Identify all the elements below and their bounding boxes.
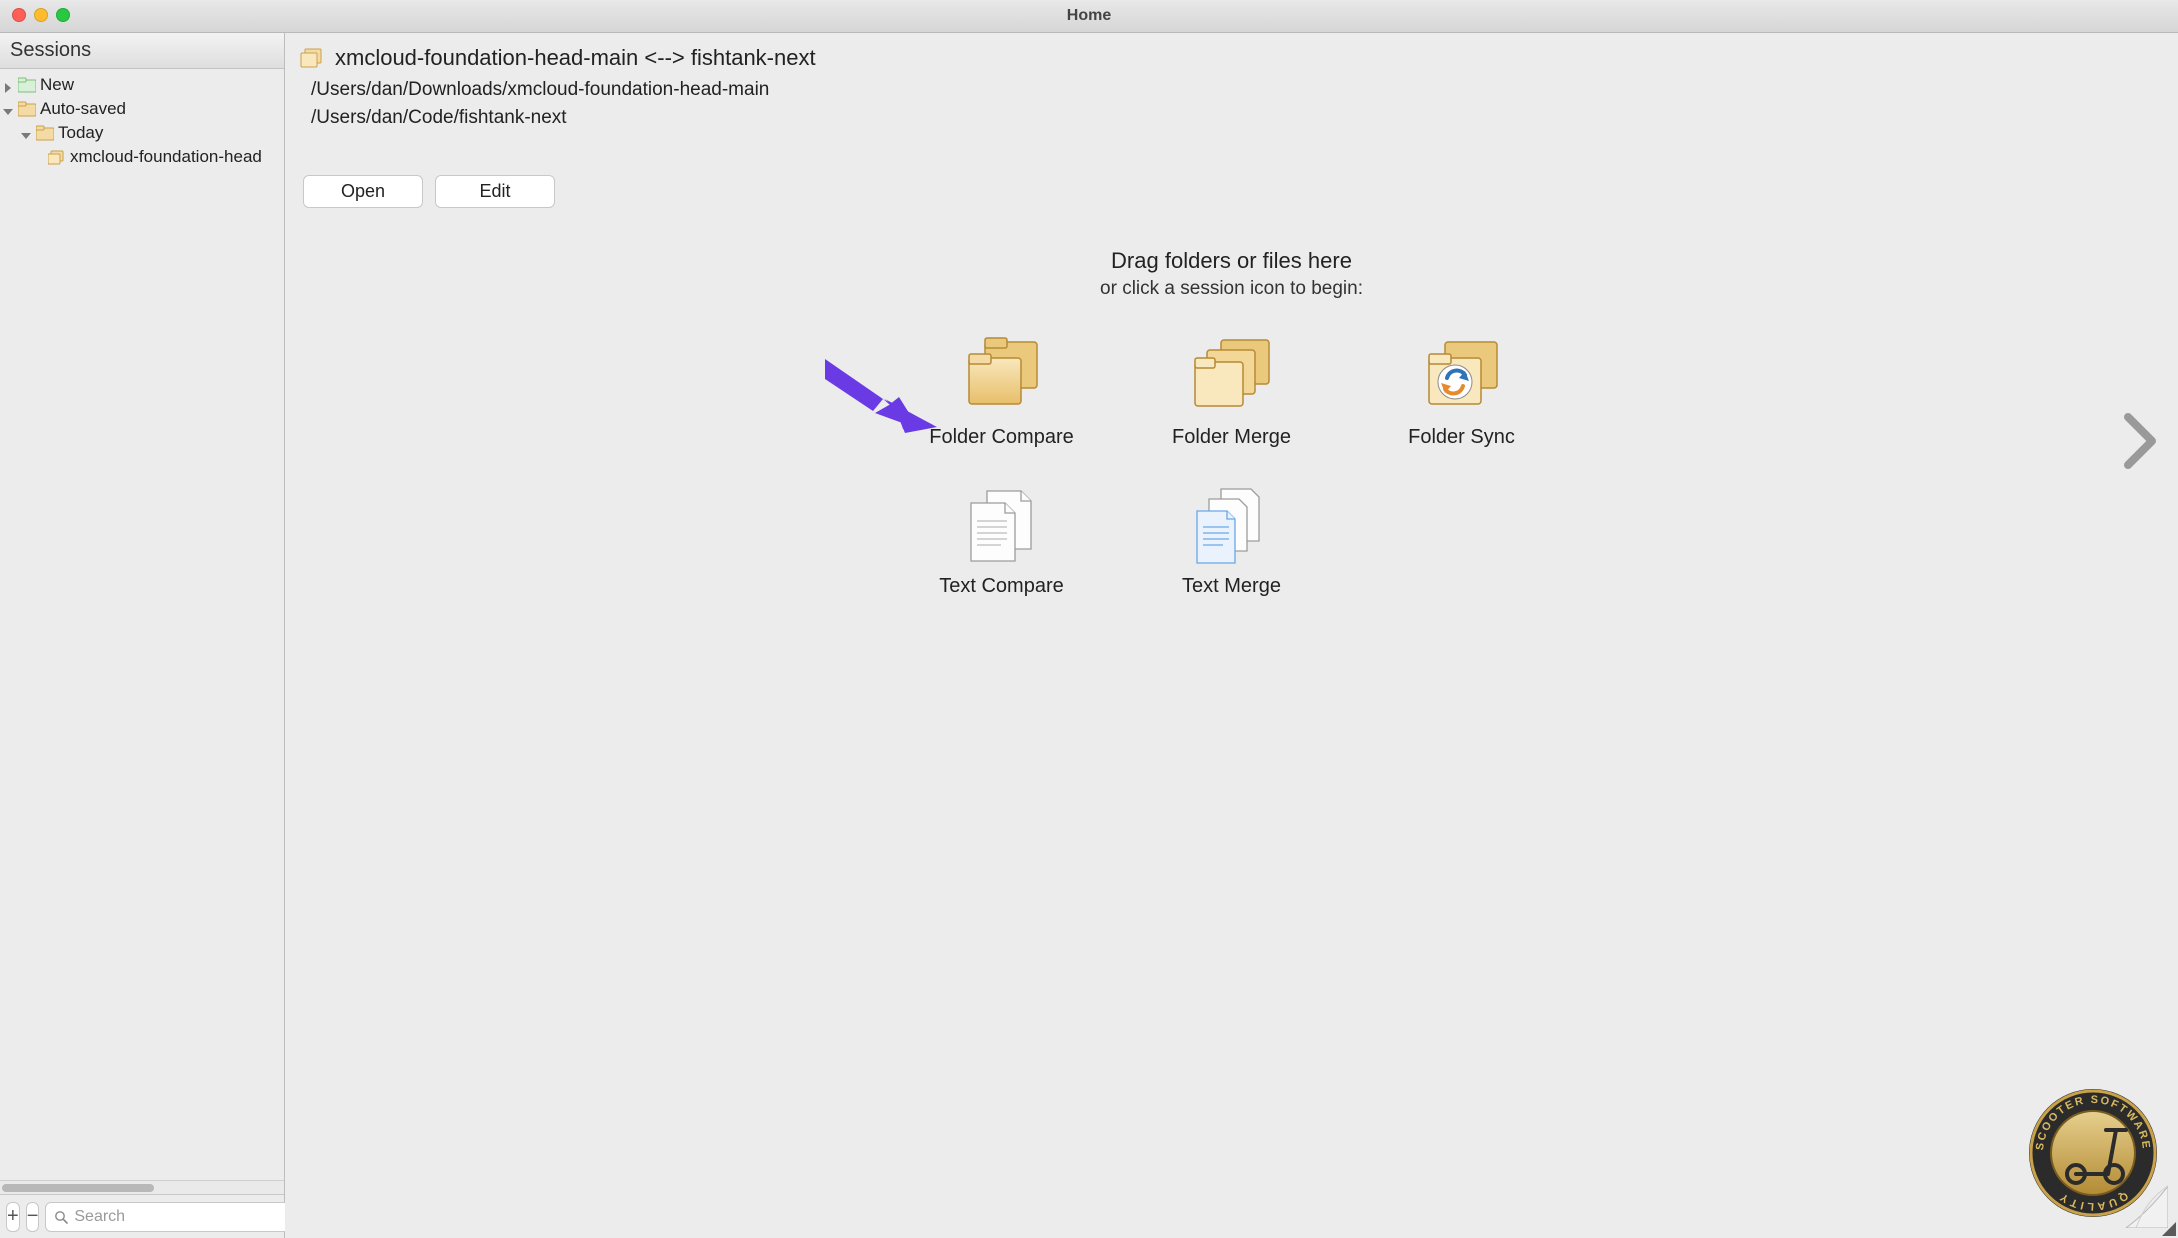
tree-item-session[interactable]: xmcloud-foundation-head: [0, 145, 284, 169]
tree-item-auto-saved[interactable]: Auto-saved: [0, 97, 284, 121]
next-page-button[interactable]: [2120, 413, 2160, 474]
session-type-label: Folder Sync: [1408, 426, 1515, 449]
chevron-right-icon: [2120, 413, 2160, 469]
session-type-text-merge[interactable]: Text Merge: [1117, 485, 1347, 598]
session-path-right: /Users/dan/Code/fishtank-next: [311, 107, 2160, 129]
text-compare-icon: [957, 485, 1047, 565]
folder-sync-icon: [1417, 336, 1507, 416]
tree-item-label: Today: [58, 123, 103, 143]
sidebar-bottom-bar: + −: [0, 1194, 284, 1238]
search-input[interactable]: [74, 1208, 281, 1226]
brand-seal: SCOOTER SOFTWARE QUALITY: [2018, 1078, 2168, 1228]
tree-item-label: New: [40, 75, 74, 95]
session-type-folder-merge[interactable]: Folder Merge: [1117, 336, 1347, 449]
folder-icon: [18, 101, 36, 117]
window-titlebar: Home: [0, 0, 2178, 33]
session-type-folder-compare[interactable]: Folder Compare: [887, 336, 1117, 449]
window-title: Home: [1067, 7, 1111, 25]
tree-item-label: Auto-saved: [40, 99, 126, 119]
drop-heading: Drag folders or files here: [285, 248, 2178, 274]
folder-merge-icon: [1187, 336, 1277, 416]
traffic-lights: [12, 8, 70, 22]
window-zoom-button[interactable]: [56, 8, 70, 22]
plus-icon: +: [7, 1205, 19, 1228]
folder-icon: [36, 125, 54, 141]
tree-item-label: xmcloud-foundation-head: [70, 147, 262, 167]
search-icon: [54, 1210, 68, 1224]
sidebar: Sessions New: [0, 33, 285, 1238]
session-header: xmcloud-foundation-head-main <--> fishta…: [285, 33, 2178, 212]
tree-horizontal-scrollbar[interactable]: [0, 1180, 284, 1194]
remove-session-button[interactable]: −: [26, 1202, 40, 1232]
folder-icon: [18, 77, 36, 93]
resize-grip-icon[interactable]: [2162, 1222, 2176, 1236]
open-button[interactable]: Open: [303, 175, 423, 208]
session-path-left: /Users/dan/Downloads/xmcloud-foundation-…: [311, 79, 2160, 101]
text-merge-icon: [1187, 485, 1277, 565]
window-minimize-button[interactable]: [34, 8, 48, 22]
session-type-label: Folder Compare: [929, 426, 1074, 449]
chevron-right-icon[interactable]: [2, 79, 14, 91]
session-type-text-compare[interactable]: Text Compare: [887, 485, 1117, 598]
minus-icon: −: [27, 1205, 39, 1228]
add-session-button[interactable]: +: [6, 1202, 20, 1232]
folder-compare-icon: [957, 336, 1047, 416]
chevron-down-icon[interactable]: [2, 103, 14, 115]
session-type-label: Folder Merge: [1172, 426, 1291, 449]
session-title: xmcloud-foundation-head-main <--> fishta…: [335, 45, 816, 71]
session-type-label: Text Merge: [1182, 575, 1281, 598]
edit-button[interactable]: Edit: [435, 175, 555, 208]
sidebar-header: Sessions: [0, 33, 284, 69]
chevron-down-icon[interactable]: [20, 127, 32, 139]
tree-item-today[interactable]: Today: [0, 121, 284, 145]
folder-compare-icon: [48, 149, 66, 165]
drop-area: Drag folders or files here or click a se…: [285, 248, 2178, 598]
window-close-button[interactable]: [12, 8, 26, 22]
scrollbar-thumb[interactable]: [2, 1184, 154, 1192]
session-type-folder-sync[interactable]: Folder Sync: [1347, 336, 1577, 449]
sessions-tree[interactable]: New Auto-saved: [0, 69, 284, 1180]
session-type-label: Text Compare: [939, 575, 1064, 598]
search-field[interactable]: [45, 1202, 290, 1232]
main-pane: xmcloud-foundation-head-main <--> fishta…: [285, 33, 2178, 1238]
drop-subheading: or click a session icon to begin:: [285, 278, 2178, 300]
tree-item-new[interactable]: New: [0, 73, 284, 97]
folder-compare-icon: [299, 47, 325, 69]
